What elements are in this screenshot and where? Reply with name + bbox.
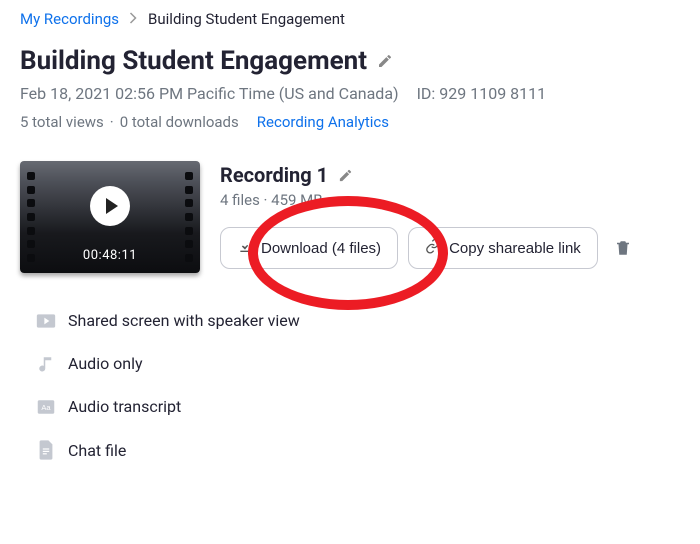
download-button[interactable]: Download (4 files) xyxy=(220,227,398,269)
meta-row: Feb 18, 2021 02:56 PM Pacific Time (US a… xyxy=(20,84,680,103)
recording-section: 00:48:11 Recording 1 4 files · 459 MB Do… xyxy=(20,161,680,273)
film-rail-right xyxy=(182,166,196,268)
breadcrumb-current: Building Student Engagement xyxy=(148,10,345,28)
file-item-shared-screen[interactable]: Shared screen with speaker view xyxy=(36,299,680,342)
page-title: Building Student Engagement xyxy=(20,46,367,76)
breadcrumb-root-link[interactable]: My Recordings xyxy=(20,10,119,28)
chevron-right-icon xyxy=(129,10,138,28)
copy-link-button[interactable]: Copy shareable link xyxy=(408,227,598,269)
svg-text:Aa: Aa xyxy=(41,403,51,412)
recording-datetime: Feb 18, 2021 02:56 PM Pacific Time (US a… xyxy=(20,84,399,103)
file-item-audio-only[interactable]: Audio only xyxy=(36,342,680,385)
file-list: Shared screen with speaker view Audio on… xyxy=(20,299,680,472)
music-note-icon xyxy=(36,355,56,373)
recording-file-meta: 4 files · 459 MB xyxy=(220,191,680,209)
recording-analytics-link[interactable]: Recording Analytics xyxy=(257,113,389,131)
file-item-chat-file[interactable]: Chat file xyxy=(36,428,680,472)
recording-title: Recording 1 xyxy=(220,163,328,187)
file-item-label: Audio transcript xyxy=(68,397,181,416)
play-icon[interactable] xyxy=(90,186,130,226)
trash-icon[interactable] xyxy=(614,239,632,257)
film-rail-left xyxy=(24,166,38,268)
recording-id: ID: 929 1109 8111 xyxy=(417,84,547,103)
file-item-label: Chat file xyxy=(68,441,126,460)
downloads-count: 0 total downloads xyxy=(120,113,239,131)
recording-details: Recording 1 4 files · 459 MB Download (4… xyxy=(220,161,680,273)
button-row: Download (4 files) Copy shareable link xyxy=(220,227,680,269)
download-button-label: Download (4 files) xyxy=(261,240,381,257)
edit-icon[interactable] xyxy=(338,168,353,183)
views-count: 5 total views xyxy=(20,113,104,131)
video-icon xyxy=(36,313,56,329)
transcript-icon: Aa xyxy=(36,399,56,415)
link-icon xyxy=(425,238,441,258)
copy-link-button-label: Copy shareable link xyxy=(449,240,581,257)
file-item-label: Shared screen with speaker view xyxy=(68,311,300,330)
file-item-audio-transcript[interactable]: Aa Audio transcript xyxy=(36,385,680,428)
breadcrumb: My Recordings Building Student Engagemen… xyxy=(20,10,680,28)
stats-row: 5 total views · 0 total downloads Record… xyxy=(20,113,680,131)
edit-icon[interactable] xyxy=(377,53,393,69)
separator-dot: · xyxy=(110,113,114,131)
file-icon xyxy=(36,440,56,460)
recording-thumbnail[interactable]: 00:48:11 xyxy=(20,161,200,273)
file-item-label: Audio only xyxy=(68,354,143,373)
page-title-row: Building Student Engagement xyxy=(20,46,680,76)
download-icon xyxy=(237,238,253,258)
recording-duration: 00:48:11 xyxy=(83,248,137,263)
